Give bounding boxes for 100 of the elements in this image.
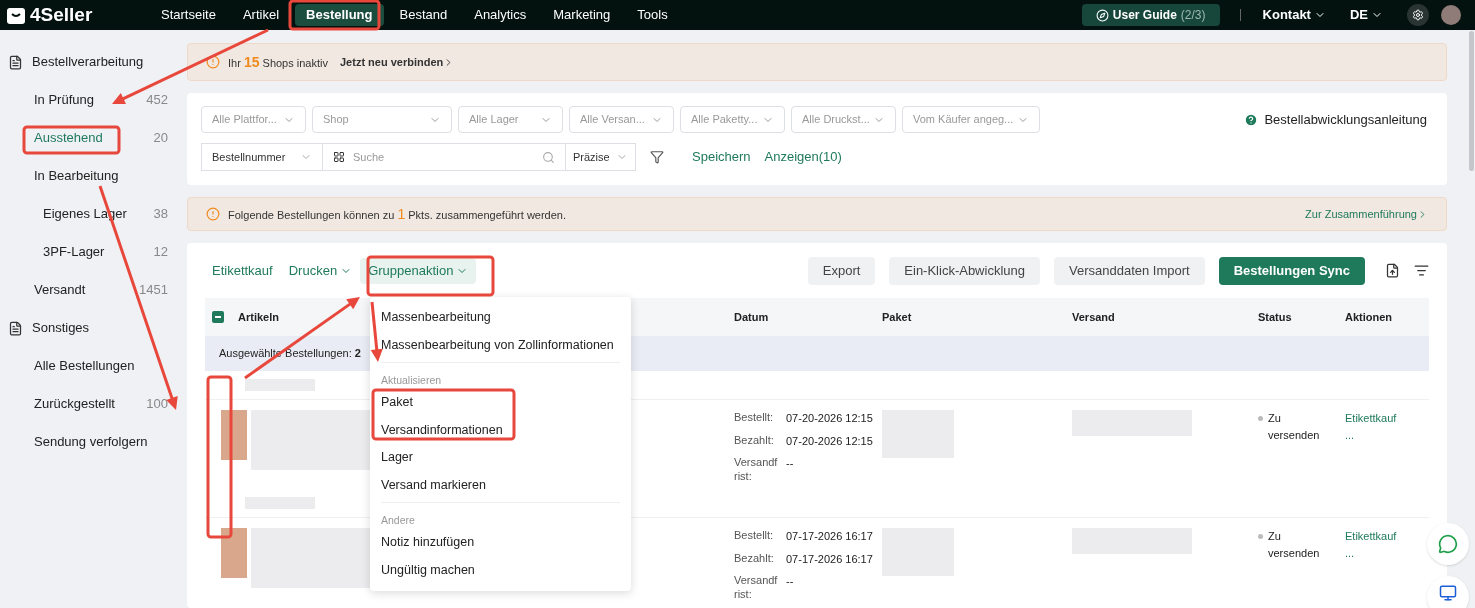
date-label: Bestellt: xyxy=(734,410,775,425)
date-value: -- xyxy=(786,574,794,589)
toolbar-button[interactable]: Ein-Klick-Abwicklung xyxy=(889,256,1040,285)
toolbar-link[interactable]: Drucken xyxy=(280,257,361,284)
item-count: 12 xyxy=(153,243,168,262)
select-all-checkbox[interactable] xyxy=(212,311,224,323)
nav-tab[interactable]: Bestand xyxy=(388,4,459,26)
column-header: Status xyxy=(1258,309,1293,325)
sidebar-group-title: Sonstiges xyxy=(32,319,90,338)
search-field[interactable]: Suche xyxy=(353,148,534,166)
sidebar-item[interactable]: Versandt 1451 xyxy=(0,271,187,309)
menu-section-heading: Aktualisieren xyxy=(381,373,443,389)
chat-icon xyxy=(1438,534,1458,554)
menu-item[interactable]: Massenbearbeitung von Zollinformationen xyxy=(381,331,620,359)
nav-tab[interactable]: Startseite xyxy=(150,4,227,26)
filter-action-link[interactable]: Speichern xyxy=(692,147,751,167)
blurred-content xyxy=(221,410,247,460)
menu-item[interactable]: Versandinformationen xyxy=(381,416,620,444)
reconnect-link[interactable]: Jetzt neu verbinden xyxy=(340,53,455,71)
menu-item[interactable]: Paket xyxy=(381,389,620,417)
column-header: Aktionen xyxy=(1345,309,1394,325)
column-header: Paket xyxy=(882,309,913,325)
item-count: 38 xyxy=(153,205,168,224)
label-purchase-link[interactable]: Etikettkauf xyxy=(1345,528,1397,545)
item-count: 1451 xyxy=(139,281,168,300)
export-icon[interactable] xyxy=(1385,263,1400,278)
merge-link[interactable]: Zur Zusammenführung xyxy=(1305,205,1428,223)
date-value: -- xyxy=(786,456,794,471)
status-text: Zu versenden xyxy=(1268,529,1321,561)
toolbar-link[interactable]: Etikettkauf xyxy=(205,257,281,284)
alert-text: Folgende Bestellungen können zu 1 Pkts. zusammengeführt werden. xyxy=(228,204,567,224)
date-label: Bezahlt: xyxy=(734,550,775,566)
alert-text: Ihr 15 Shops inaktiv xyxy=(228,52,328,72)
user-guide-button[interactable]: User Guide (2/3) xyxy=(1081,4,1220,26)
logo-text: 4Seller xyxy=(30,2,93,27)
toolbar-button[interactable]: Bestellungen Sync xyxy=(1218,256,1365,285)
date-label: Versandfrist: xyxy=(734,573,779,602)
menu-item[interactable]: Notiz hinzufügen xyxy=(381,529,620,557)
document-icon xyxy=(8,320,23,336)
search-icon xyxy=(542,150,555,164)
gear-icon xyxy=(1412,9,1424,21)
guide-link[interactable]: Bestellabwicklungsanleitung xyxy=(1244,109,1433,130)
label-purchase-link[interactable]: Etikettkauf xyxy=(1345,410,1397,427)
filter-action-link[interactable]: Anzeigen(10) xyxy=(764,147,842,167)
date-label: Bestellt: xyxy=(734,528,775,543)
item-count: 20 xyxy=(153,129,168,148)
filter-icon[interactable] xyxy=(650,150,664,164)
menu-item[interactable]: Lager xyxy=(381,444,620,472)
nav-tab[interactable]: Tools xyxy=(626,4,679,26)
column-header: Datum xyxy=(733,309,770,325)
item-count: 100 xyxy=(146,395,168,414)
blurred-content xyxy=(245,379,315,391)
column-header: Artikeln xyxy=(238,309,279,325)
date-label: Versandfrist: xyxy=(734,455,779,484)
sidebar-item[interactable]: Ausstehend 20 xyxy=(0,119,187,157)
sidebar-group-title: Bestellverarbeitung xyxy=(32,53,144,72)
blurred-content xyxy=(221,528,247,578)
warning-icon xyxy=(206,55,220,69)
toolbar-button[interactable]: Export xyxy=(807,256,876,285)
nav-tab[interactable]: Artikel xyxy=(231,4,291,26)
help-icon xyxy=(1244,112,1259,127)
search-field-select[interactable]: Bestellnummer xyxy=(201,143,323,171)
screen-button[interactable] xyxy=(1427,576,1469,608)
header-menu[interactable]: DE xyxy=(1337,5,1395,25)
more-actions-link[interactable]: ... xyxy=(1345,426,1355,443)
settings-button[interactable] xyxy=(1407,4,1429,26)
nav-tab[interactable]: Bestellung xyxy=(295,4,384,26)
bag-icon xyxy=(6,5,26,25)
nav-tab[interactable]: Marketing xyxy=(542,4,622,26)
sidebar-item[interactable]: Alle Bestellungen xyxy=(0,347,187,385)
date-value: 07-20-2026 12:15 xyxy=(786,433,873,449)
arrow xyxy=(370,301,383,362)
compass-icon xyxy=(1095,8,1109,22)
date-value: 07-20-2026 12:15 xyxy=(786,411,873,426)
sort-icon[interactable] xyxy=(1414,263,1429,278)
sidebar-item[interactable]: Sendung verfolgern xyxy=(0,423,187,461)
date-value: 07-17-2026 16:17 xyxy=(786,551,873,567)
match-mode-select[interactable]: Präzise xyxy=(565,143,636,171)
warning-icon xyxy=(206,207,220,221)
item-count: 452 xyxy=(146,91,168,110)
toolbar-link[interactable]: Gruppenaktion xyxy=(360,257,477,284)
column-header: Versand xyxy=(1072,309,1116,325)
sidebar-item[interactable]: Zurückgestellt 100 xyxy=(0,385,187,423)
nav-tab[interactable]: Analytics xyxy=(463,4,538,26)
header-menu[interactable]: Kontakt xyxy=(1250,5,1338,25)
sidebar-item[interactable]: 3PF-Lager 12 xyxy=(0,233,187,271)
menu-item[interactable]: Versand markieren xyxy=(381,471,620,499)
menu-item[interactable]: Massenbearbeitung xyxy=(381,304,620,332)
date-label: Bezahlt: xyxy=(734,432,775,448)
menu-section-heading: Andere xyxy=(381,513,416,529)
sidebar-item[interactable]: In Prüfung 452 xyxy=(0,81,187,119)
date-value: 07-17-2026 16:17 xyxy=(786,529,873,544)
document-icon xyxy=(8,54,23,70)
sidebar-item[interactable]: In Bearbeitung xyxy=(0,157,187,195)
avatar[interactable] xyxy=(1441,5,1461,25)
menu-item[interactable]: Ungültig machen xyxy=(381,556,620,584)
more-actions-link[interactable]: ... xyxy=(1345,544,1355,561)
toolbar-button[interactable]: Versanddaten Import xyxy=(1054,256,1205,285)
status-text: Zu versenden xyxy=(1268,411,1321,443)
grid-icon xyxy=(333,151,345,163)
